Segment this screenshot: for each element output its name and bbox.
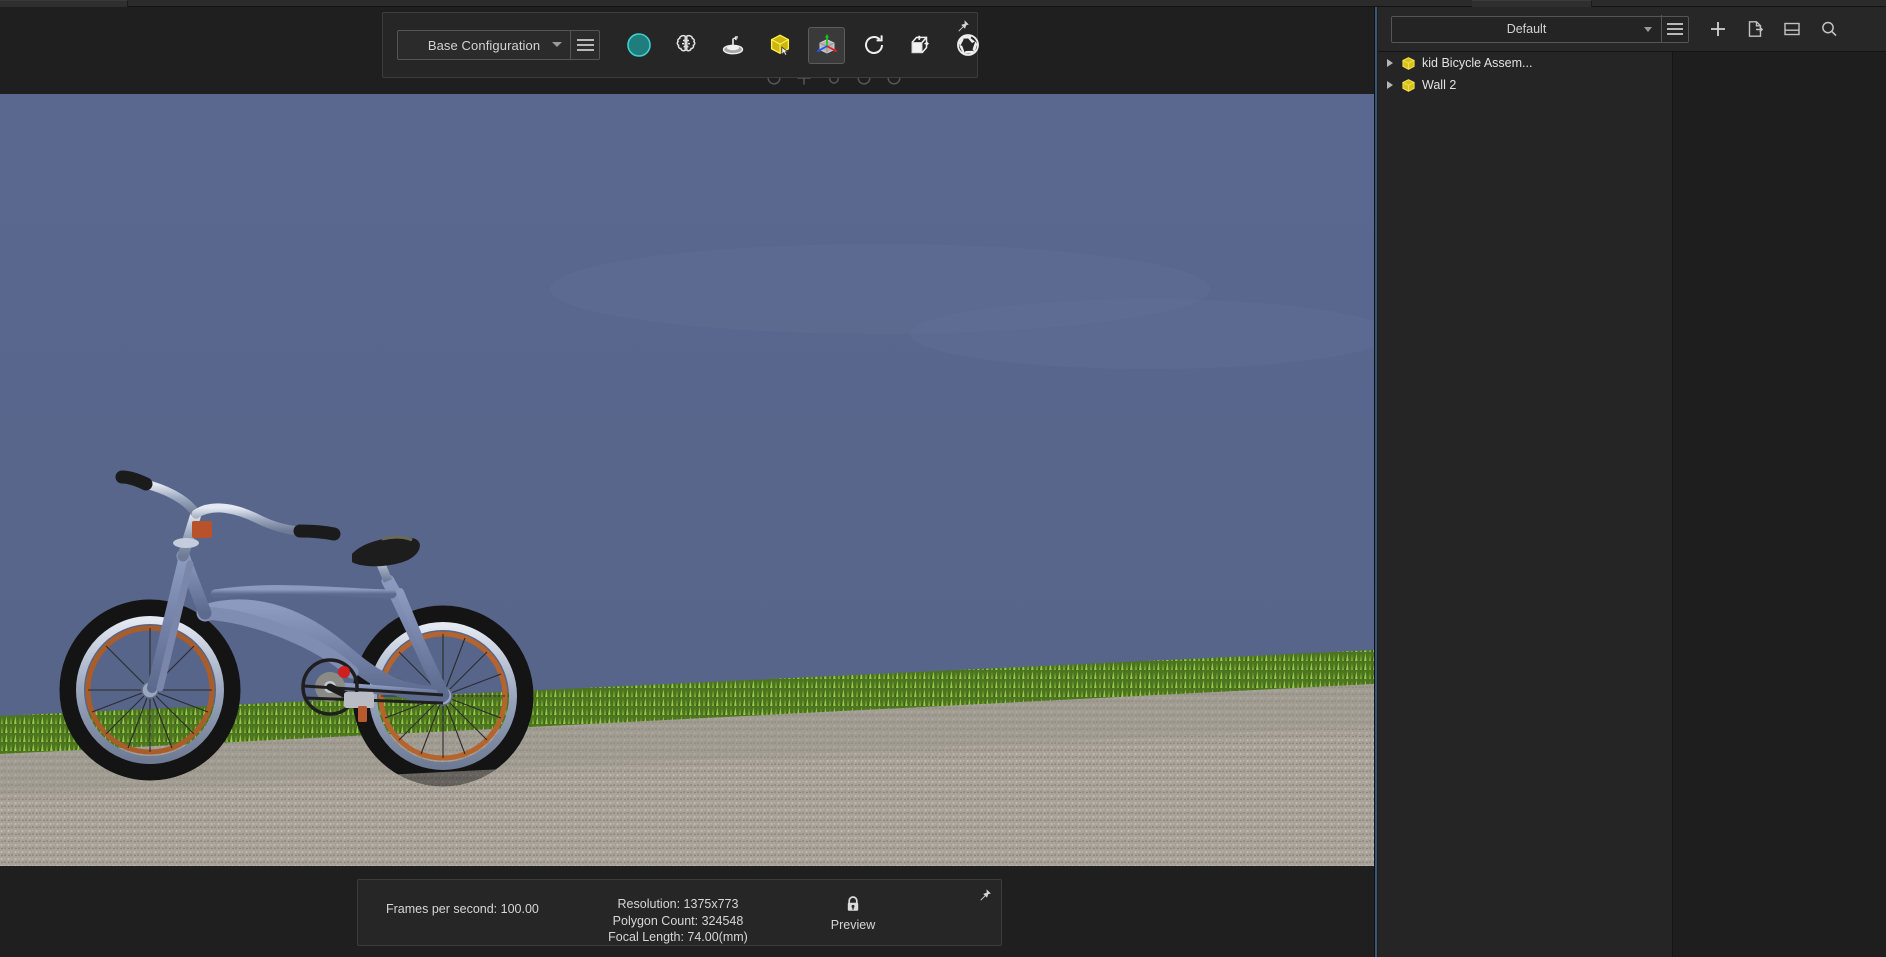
pin-toolbar-button[interactable]	[953, 18, 971, 36]
chevron-down-icon	[552, 42, 562, 47]
hamburger-line	[576, 44, 594, 46]
configuration-menu-button[interactable]	[571, 31, 599, 59]
pin-icon	[958, 20, 969, 32]
turntable-icon	[722, 36, 743, 55]
preview-label: Preview	[830, 918, 876, 932]
render-info: Resolution: 1375x773 Polygon Count: 3245…	[573, 896, 783, 946]
status-panel: Frames per second: 100.00 Resolution: 13…	[357, 879, 1002, 946]
top-tab-strip	[0, 0, 1886, 7]
add-button[interactable]	[1707, 18, 1729, 40]
focal-length-label: Focal Length: 74.00(mm)	[608, 930, 748, 944]
preview-lock-button[interactable]: Preview	[808, 894, 898, 932]
chevron-down-icon	[1644, 26, 1652, 32]
split-view-button[interactable]	[1781, 18, 1803, 40]
hamburger-line	[576, 39, 594, 41]
hamburger-line	[1667, 23, 1683, 25]
render-viewport[interactable]	[0, 94, 1374, 866]
environment-sphere-icon	[626, 33, 651, 57]
yellow-cube-select-icon	[770, 34, 789, 56]
brain-button[interactable]	[667, 27, 704, 64]
select-object-button[interactable]	[761, 27, 798, 64]
panel-accent-bar	[1375, 7, 1377, 957]
panel-tab[interactable]	[1472, 0, 1592, 7]
yellow-cube-icon	[1402, 56, 1415, 70]
lock-icon	[847, 896, 859, 911]
fps-label: Frames per second: 100.00	[386, 902, 539, 916]
tree-item-label: Wall 2	[1422, 78, 1457, 92]
rendered-scene	[0, 94, 1374, 866]
scene-properties-area	[1674, 52, 1886, 957]
environment-sphere-button[interactable]	[620, 27, 657, 64]
pin-status-button[interactable]	[975, 887, 993, 905]
tree-item-wall-2[interactable]: Wall 2	[1378, 74, 1672, 96]
scene-menu-button[interactable]	[1662, 17, 1688, 42]
configuration-toolbar: Base Configuration	[382, 12, 979, 78]
scene-panel: Default kid Bicycle Assem... Wall 2	[1374, 7, 1886, 957]
split-panel-icon	[1784, 22, 1800, 36]
hamburger-line	[576, 49, 594, 51]
brain-icon	[676, 34, 695, 52]
scene-select-value: Default	[1506, 22, 1547, 36]
resolution-label: Resolution: 1375x773	[617, 897, 739, 911]
hamburger-line	[1667, 28, 1683, 30]
refresh-button[interactable]	[855, 27, 892, 64]
configuration-select[interactable]: Base Configuration	[397, 30, 600, 60]
scene-panel-actions	[1707, 18, 1840, 40]
tree-item-bicycle[interactable]: kid Bicycle Assem...	[1378, 52, 1672, 74]
search-icon	[1822, 21, 1837, 37]
scene-tree[interactable]: kid Bicycle Assem... Wall 2	[1378, 52, 1673, 957]
axis-gizmo-icon	[815, 34, 838, 54]
cube-export-icon	[910, 35, 929, 54]
scene-select[interactable]: Default	[1391, 15, 1689, 43]
plus-icon	[1711, 22, 1725, 36]
transform-gizmo-button[interactable]	[808, 26, 845, 64]
refresh-icon	[864, 35, 883, 54]
yellow-cube-icon	[1402, 78, 1415, 92]
export-file-icon	[1748, 21, 1764, 37]
export-geometry-button[interactable]	[902, 27, 939, 64]
chevron-right-icon[interactable]	[1387, 59, 1393, 67]
search-button[interactable]	[1818, 18, 1840, 40]
scene-panel-header: Default	[1378, 7, 1886, 52]
export-button[interactable]	[1744, 18, 1766, 40]
chevron-right-icon[interactable]	[1387, 81, 1393, 89]
turntable-button[interactable]	[714, 27, 751, 64]
application-window: Base Configuration Frames per second: 10…	[0, 0, 1886, 957]
hamburger-line	[1667, 33, 1683, 35]
viewport-tab[interactable]	[0, 0, 128, 7]
tree-item-label: kid Bicycle Assem...	[1422, 56, 1533, 70]
configuration-select-value: Base Configuration	[427, 37, 541, 53]
polygon-count-label: Polygon Count: 324548	[612, 913, 744, 928]
pin-icon	[980, 889, 991, 901]
